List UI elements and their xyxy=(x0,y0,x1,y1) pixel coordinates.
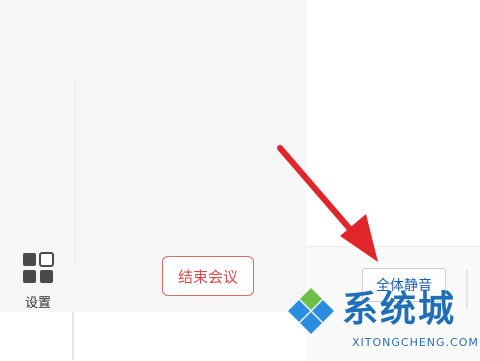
bottom-strip xyxy=(0,312,72,360)
settings-label: 设置 xyxy=(24,296,51,311)
panel-divider xyxy=(74,80,75,270)
right-pane xyxy=(306,0,480,246)
diamond-logo-icon xyxy=(288,288,334,334)
grid-squares-icon xyxy=(23,252,54,283)
watermark: 系统城 XITONGCHENG.COM xyxy=(286,286,479,358)
settings-button[interactable]: 设置 xyxy=(16,250,60,311)
bottom-divider xyxy=(72,312,74,360)
watermark-subtitle: XITONGCHENG.COM xyxy=(352,336,479,349)
watermark-title: 系统城 xyxy=(342,289,457,330)
end-meeting-button[interactable]: 结束会议 xyxy=(162,256,254,296)
